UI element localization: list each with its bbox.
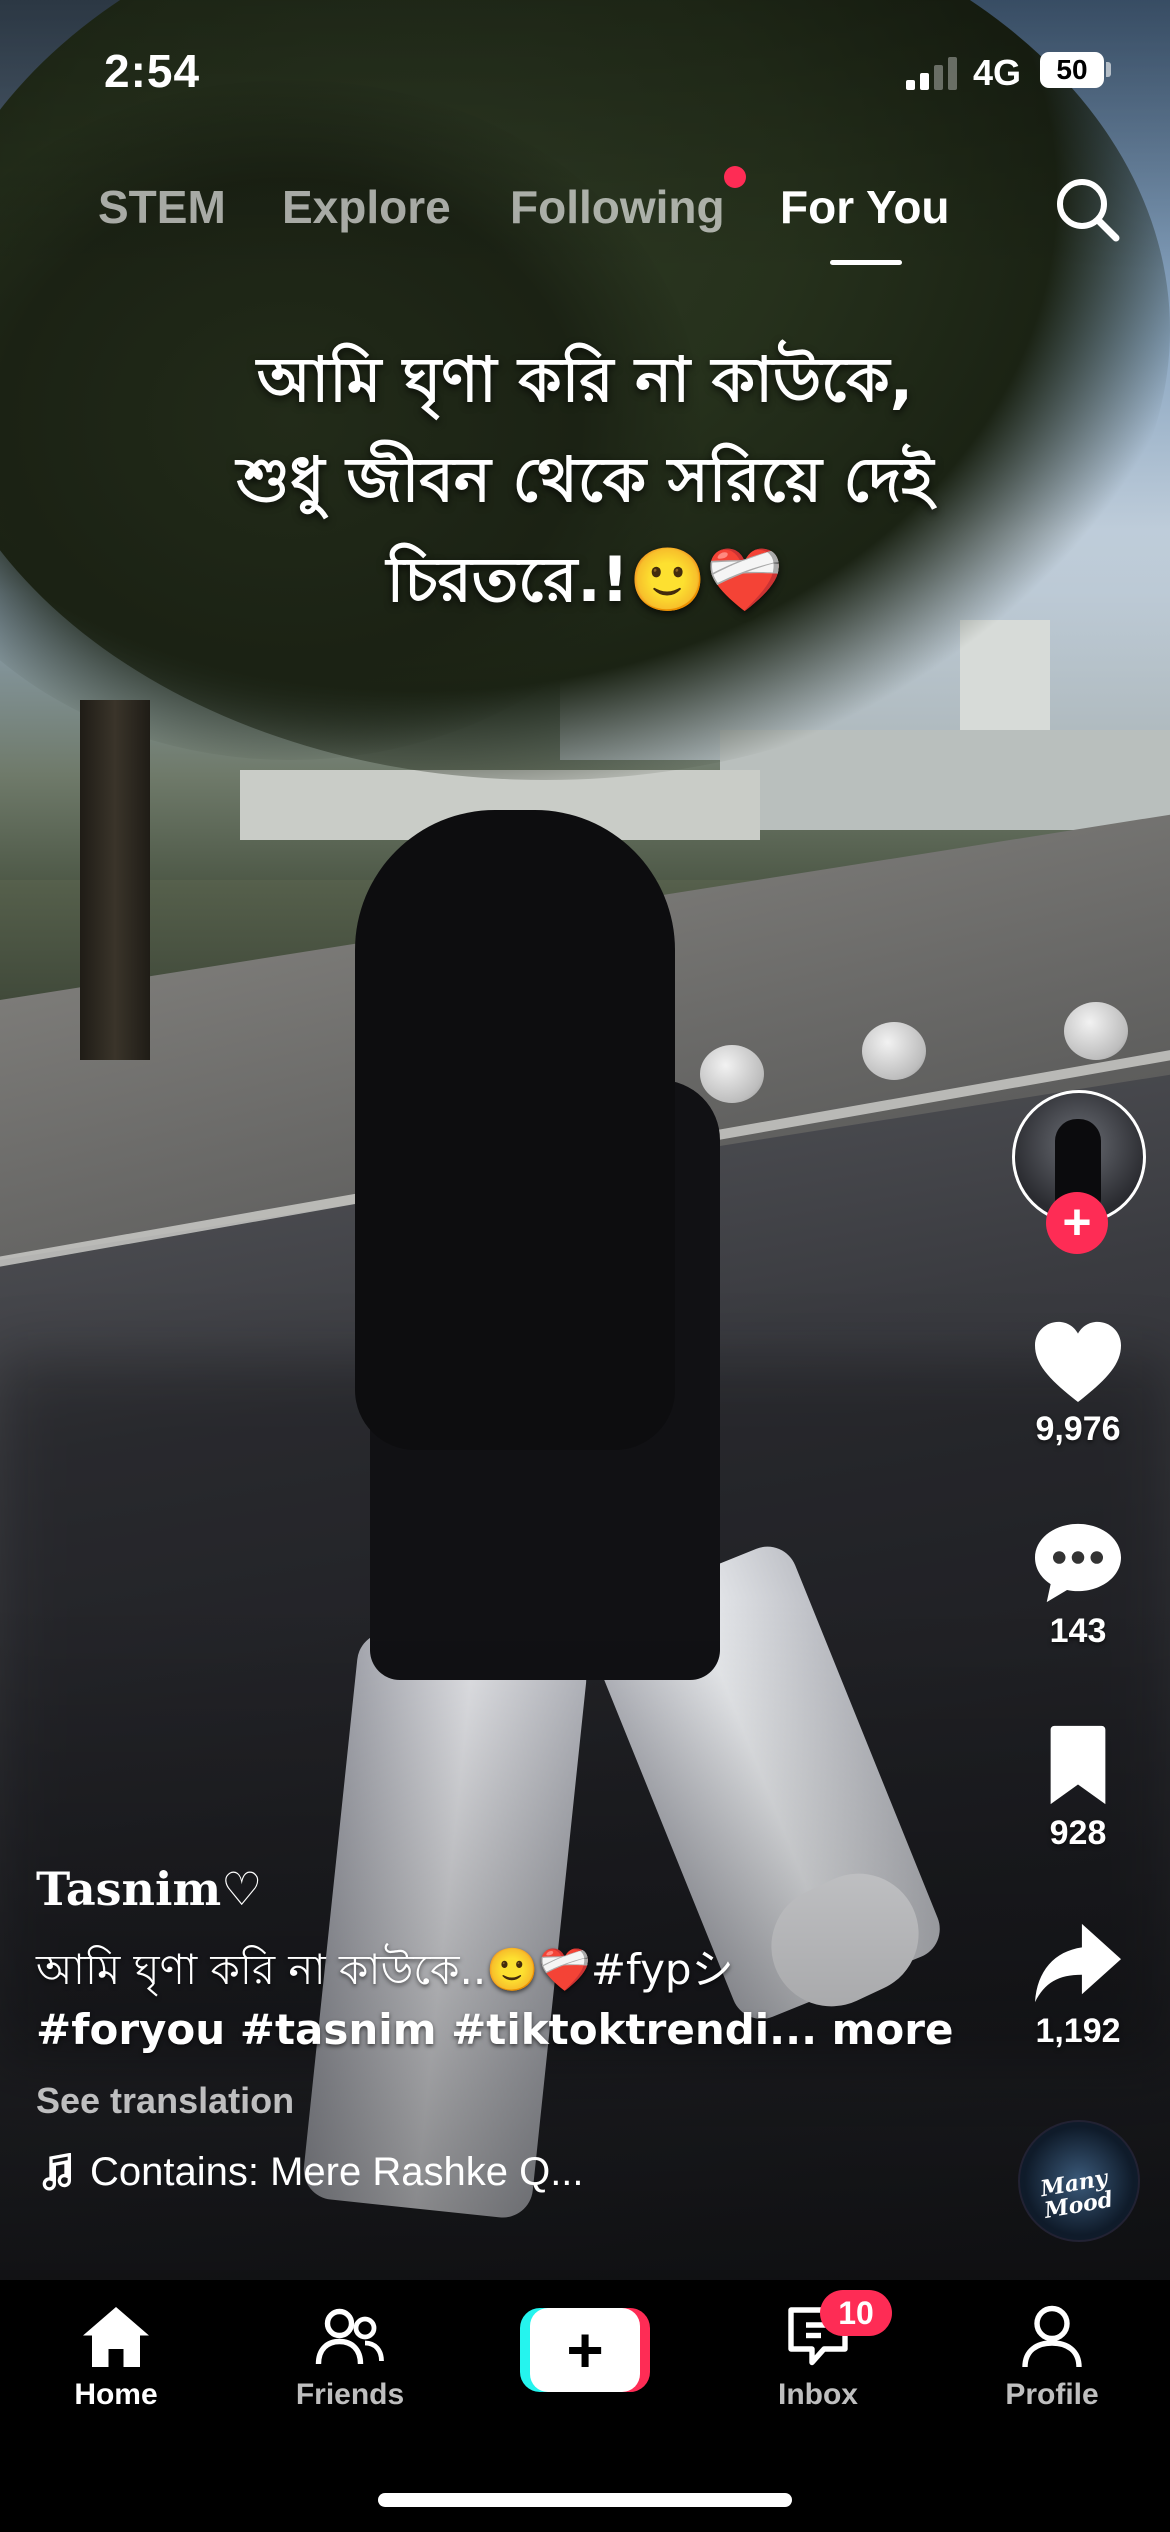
creator-username[interactable]: Tasnim♡ bbox=[36, 1862, 936, 1916]
nav-home-label: Home bbox=[74, 2378, 158, 2411]
home-icon bbox=[83, 2307, 149, 2367]
active-tab-indicator bbox=[830, 260, 902, 265]
post-description: আমি ঘৃণা করি না কাউকে..🙂❤️‍🩹#fypシ bbox=[36, 1945, 734, 1994]
nav-profile-label: Profile bbox=[1005, 2378, 1099, 2411]
plus-icon: + bbox=[530, 2308, 640, 2392]
more-link[interactable]: more bbox=[832, 2005, 954, 2054]
sound-name: Contains: Mere Rashke Q... bbox=[90, 2150, 584, 2194]
friends-icon bbox=[315, 2308, 384, 2365]
music-disc-text: Many Mood bbox=[1038, 2164, 1115, 2224]
music-disc[interactable]: Many Mood bbox=[1018, 2120, 1140, 2242]
follow-plus-button[interactable]: + bbox=[1046, 1192, 1108, 1254]
status-bar: 2:54 4G 50 bbox=[0, 0, 1170, 140]
comment-button[interactable]: 143 bbox=[1000, 1520, 1156, 1651]
post-info: Tasnim♡ আমি ঘৃণা করি না কাউকে..🙂❤️‍🩹#fyp… bbox=[36, 1862, 954, 2195]
network-type: 4G bbox=[973, 52, 1022, 93]
nav-friends[interactable]: Friends bbox=[250, 2304, 450, 2412]
profile-icon bbox=[1022, 2305, 1082, 2368]
tab-following[interactable]: Following bbox=[510, 180, 725, 234]
music-note-icon bbox=[42, 2152, 72, 2191]
caption-line: আমি ঘৃণা করি না কাউকে, bbox=[256, 343, 914, 416]
like-count: 9,976 bbox=[1035, 1410, 1121, 1448]
status-time: 2:54 bbox=[104, 45, 201, 97]
sound-row[interactable]: Contains: Mere Rashke Q... bbox=[36, 2150, 936, 2195]
save-button[interactable]: 928 bbox=[1000, 1722, 1156, 1853]
tab-stem[interactable]: STEM bbox=[98, 180, 226, 234]
comment-count: 143 bbox=[1049, 1612, 1107, 1650]
share-arrow-icon bbox=[1035, 1923, 1121, 2003]
search-icon[interactable] bbox=[1050, 172, 1124, 246]
save-count: 928 bbox=[1049, 1814, 1107, 1852]
home-indicator bbox=[378, 2493, 792, 2507]
video-caption-overlay: আমি ঘৃণা করি না কাউকে, শুধু জীবন থেকে সর… bbox=[100, 330, 1070, 630]
nav-profile[interactable]: Profile bbox=[952, 2304, 1152, 2412]
caption-line: চিরতরে.!🙂❤️‍🩹 bbox=[386, 543, 784, 616]
create-post-button[interactable]: + bbox=[520, 2308, 650, 2392]
inbox-badge: 10 bbox=[820, 2290, 892, 2336]
heart-icon bbox=[1035, 1321, 1121, 1403]
nav-home[interactable]: Home bbox=[16, 2304, 216, 2412]
post-hashtags: #foryou #tasnim #tiktoktrendi... more bbox=[36, 2000, 954, 2060]
see-translation-link[interactable]: See translation bbox=[36, 2080, 936, 2122]
nav-inbox-label: Inbox bbox=[778, 2378, 858, 2411]
share-count: 1,192 bbox=[1035, 2012, 1121, 2050]
tiktok-feed-screen: 2:54 4G 50 STEM Explore Following For Yo… bbox=[0, 0, 1170, 2532]
bookmark-icon bbox=[1050, 1725, 1106, 1805]
nav-friends-label: Friends bbox=[295, 2378, 405, 2411]
battery-icon: 50 bbox=[1040, 52, 1104, 88]
caption-line: শুধু জীবন থেকে সরিয়ে দেই bbox=[236, 443, 934, 516]
tab-explore[interactable]: Explore bbox=[282, 180, 451, 234]
hashtags-text[interactable]: #foryou #tasnim #tiktoktrendi... bbox=[36, 2005, 817, 2054]
feed-tabs: STEM Explore Following For You bbox=[0, 170, 1170, 280]
battery-cap bbox=[1106, 62, 1111, 77]
cellular-signal-icon bbox=[906, 56, 960, 90]
share-button[interactable]: 1,192 bbox=[1000, 1920, 1156, 2051]
comment-icon bbox=[1035, 1523, 1121, 1603]
following-notification-dot bbox=[724, 166, 746, 188]
like-button[interactable]: 9,976 bbox=[1000, 1318, 1156, 1449]
tab-for-you[interactable]: For You bbox=[780, 180, 950, 234]
